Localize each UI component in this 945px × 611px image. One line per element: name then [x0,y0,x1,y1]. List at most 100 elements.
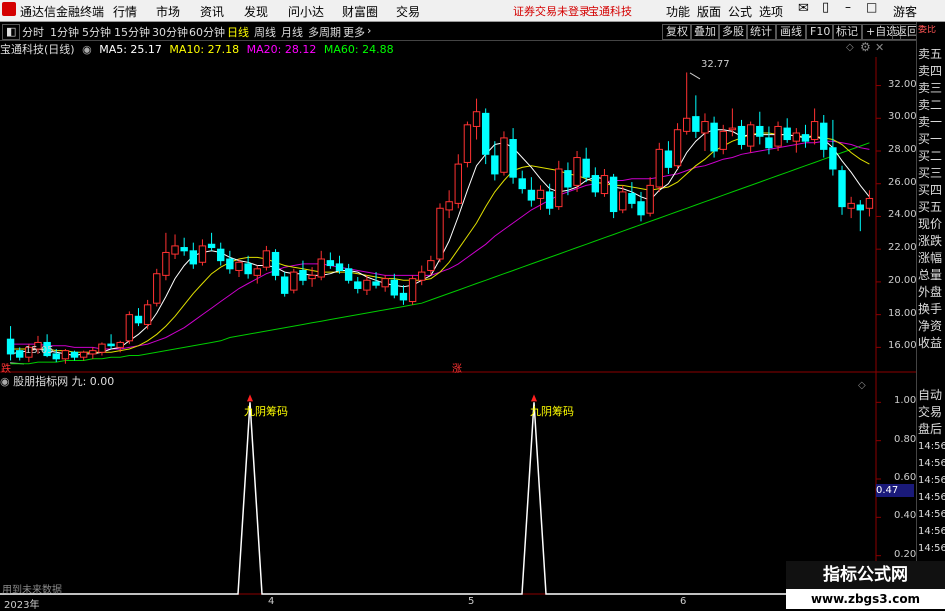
candle-body [655,148,663,188]
dropdown-icon[interactable]: ◉ [82,43,92,56]
candle [820,115,828,158]
candle [290,268,298,294]
f10-button[interactable]: F10 [806,24,835,40]
minimize-icon[interactable]: – [845,0,851,14]
menu-xuanxiang[interactable]: 选项 [759,3,783,20]
period-1min[interactable]: 1分钟 [50,24,79,40]
indicator-name[interactable]: 股朋指标网 [13,375,68,388]
period-30min[interactable]: 30分钟 [152,24,188,40]
candle [746,121,755,153]
maximize-icon[interactable]: □ [866,0,877,14]
app-title: 通达信金融终端 [20,5,105,19]
multi-stock-button[interactable]: 多股 [718,24,748,40]
side-item: 净资 [918,319,943,333]
bell-icon[interactable]: ▯ [822,0,829,15]
candle [408,275,417,305]
menu-wenxiaoda[interactable]: 问小达 [288,3,324,20]
period-monthly[interactable]: 月线 [281,24,303,40]
menu-banmian[interactable]: 版面 [697,3,721,20]
period-toolbar: ◧ 分时 1分钟 5分钟 15分钟 30分钟 60分钟 日线 周线 月线 多周期… [0,22,945,41]
candle [418,265,426,286]
candle [189,242,198,269]
candle-body [308,274,316,280]
menu-jiaoyi[interactable]: 交易 [396,3,420,20]
mail-icon[interactable]: ✉ [798,1,809,16]
period-60min[interactable]: 60分钟 [189,24,225,40]
candle [162,232,170,281]
login-status[interactable]: 证券交易未登录 [513,3,590,19]
candle [591,167,600,197]
candle-body [710,122,718,152]
candle [472,98,481,140]
overlay-button[interactable]: 叠加 [690,24,720,40]
kline-chart[interactable] [0,57,945,609]
signal-label-2: 九阴筹码 [530,405,574,418]
candle-body [820,122,828,150]
side-lower-item[interactable]: 自动 [918,387,945,404]
candle-body [810,121,819,141]
price-axis-label: 28.00 [888,144,917,155]
menu-gongshi[interactable]: 公式 [728,3,752,20]
candle [271,249,280,281]
candle-body [125,314,134,342]
ma20-label: MA20: 28.12 [246,43,317,56]
candle [701,113,709,151]
period-5min[interactable]: 5分钟 [82,24,111,40]
menu-caifuquan[interactable]: 财富圈 [342,3,378,20]
indicator-toggle-icon[interactable]: ◉ [0,375,10,388]
fuquan-button[interactable]: 复权 [662,24,692,40]
candle [829,119,837,176]
side-lower: 自动 交易 盘后 14:56 14:56 14:56 14:56 14:56 14:56 14:5… [918,387,945,574]
candle-body [500,137,508,173]
candle-body [427,260,435,271]
candle-body [728,127,737,131]
draw-line-button[interactable]: 画线 [776,24,806,40]
candle [682,72,691,135]
menu-shichang[interactable]: 市场 [156,3,180,20]
menu-faxian[interactable]: 发现 [244,3,268,20]
candle-body [262,250,271,268]
diamond-icon[interactable]: ◇ [846,42,854,53]
side-lower-item[interactable]: 盘后 [918,421,945,438]
side-item: 涨幅 [918,251,943,265]
mark-button[interactable]: 标记 [832,24,862,40]
candle-body [609,176,618,213]
candle-body [472,111,481,127]
stats-button[interactable]: 统计 [746,24,776,40]
candle-body [509,139,517,178]
candle-body [116,341,124,348]
menu-hangqing[interactable]: 行情 [113,3,137,20]
candle-body [198,245,207,263]
candle-body [664,150,673,168]
time-label-may: 5 [468,596,475,607]
period-15min[interactable]: 15分钟 [114,24,150,40]
gear-icon[interactable]: ⚙ [860,40,871,54]
price-axis-label: 22.00 [888,242,917,254]
period-multi[interactable]: 多周期 [308,24,341,40]
time-label-apr: 4 [268,596,275,607]
candle [226,250,234,274]
candle [600,169,609,197]
candle-body [746,124,755,147]
menu-zixun[interactable]: 资讯 [200,3,224,20]
menu-gongneng[interactable]: 功能 [666,3,690,20]
collapse-left-icon[interactable]: ◧ [2,24,21,40]
candle [801,124,810,148]
candle-body [290,271,298,291]
period-more[interactable]: 更多 [343,24,365,40]
candle-body [381,278,389,288]
candle-body [189,250,198,265]
more-chevron-icon[interactable]: › [367,24,371,37]
period-daily[interactable]: 日线 [227,24,249,40]
candle [354,277,362,294]
candle [810,108,819,145]
candle-body [326,260,335,267]
period-weekly[interactable]: 周线 [254,24,276,40]
watermark-line2: www.zbgs3.com [810,592,921,606]
signal-label-1: 九阴筹码 [244,405,288,418]
side-lower-item[interactable]: 交易 [918,404,945,421]
period-fenshi[interactable]: 分时 [22,24,44,40]
indicator-header: ◉ 股朋指标网 九: 0.00 [0,373,114,389]
close-icon[interactable]: ✕ [875,41,884,54]
guest-label[interactable]: 游客 [893,3,917,20]
